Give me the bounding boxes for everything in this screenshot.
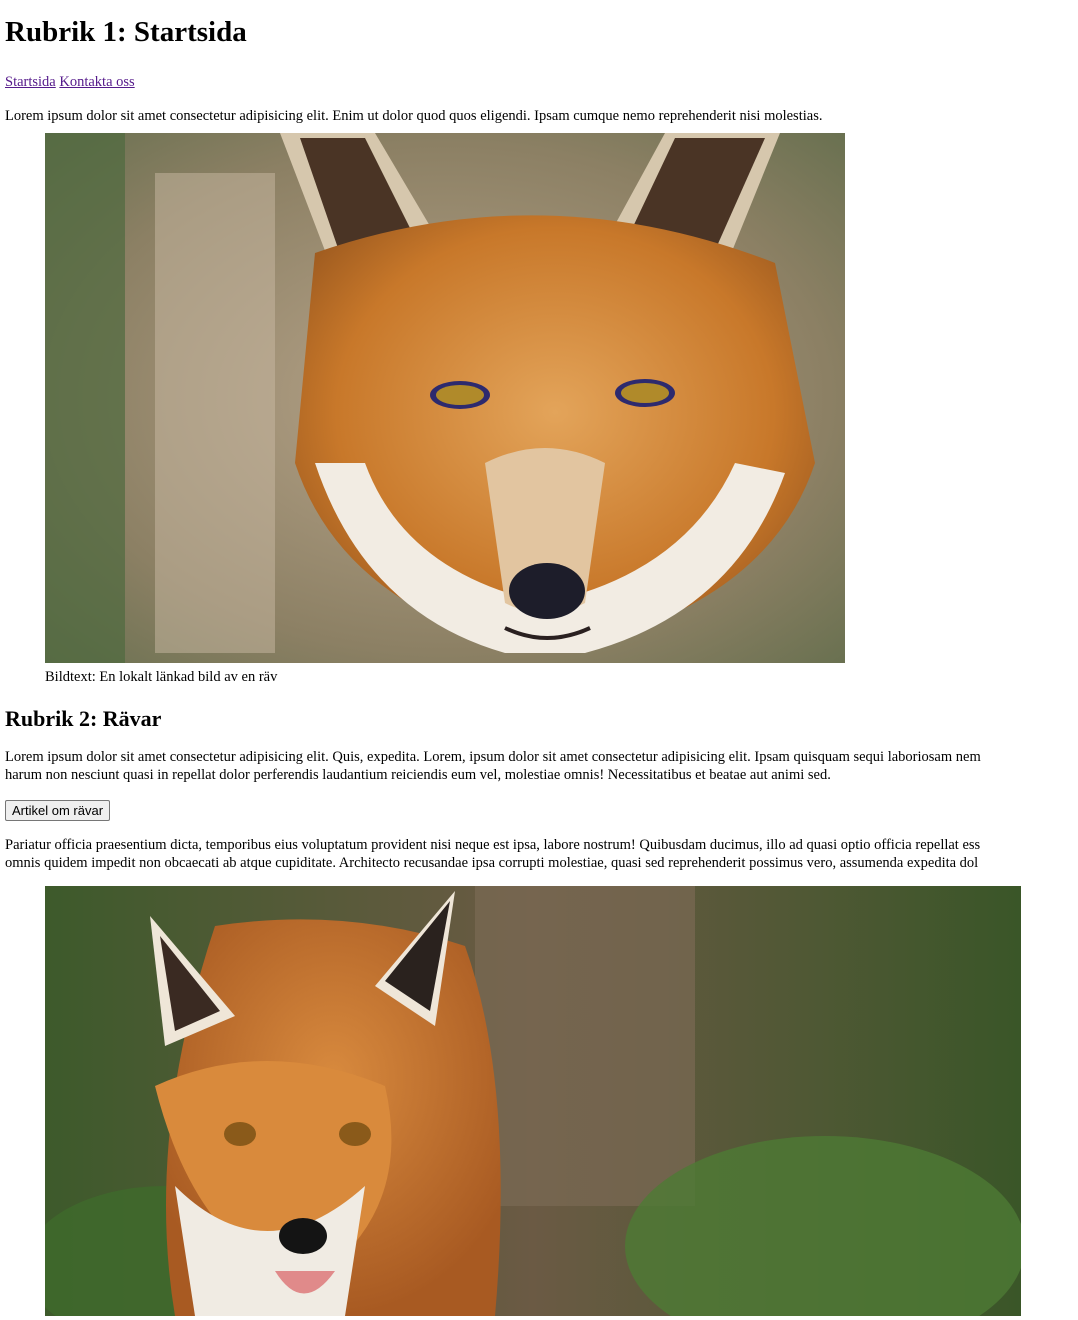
nav-link-startsida[interactable]: Startsida [5, 74, 56, 90]
fox-photo-2 [45, 886, 1021, 1316]
main-nav: Startsida Kontakta oss [5, 73, 1078, 91]
nav-link-kontakta-oss[interactable]: Kontakta oss [59, 74, 134, 90]
section-title: Rubrik 2: Rävar [5, 706, 162, 731]
article-about-foxes-button[interactable]: Artikel om rävar [5, 800, 111, 821]
paragraph-line: Pariatur officia praesentium dicta, temp… [5, 837, 981, 853]
figure-caption: Bildtext: En lokalt länkad bild av en rä… [45, 669, 278, 685]
section-paragraph-2: Pariatur officia praesentium dicta, temp… [5, 836, 1078, 872]
paragraph-line: omnis quidem impedit non obcaecati ab at… [5, 855, 979, 871]
paragraph-line: harum non nesciunt quasi in repellat dol… [5, 767, 831, 783]
figure-fox-2 [45, 886, 1078, 1316]
figure-fox-1: Bildtext: En lokalt länkad bild av en rä… [45, 133, 1078, 686]
paragraph-line: Lorem ipsum dolor sit amet consectetur a… [5, 749, 981, 765]
intro-paragraph: Lorem ipsum dolor sit amet consectetur a… [5, 108, 823, 124]
fox-photo-1 [45, 133, 845, 663]
section-paragraph-1: Lorem ipsum dolor sit amet consectetur a… [5, 748, 1078, 784]
page: Rubrik 1: Startsida Startsida Kontakta o… [0, 0, 1078, 1316]
page-title: Rubrik 1: Startsida [5, 16, 247, 48]
